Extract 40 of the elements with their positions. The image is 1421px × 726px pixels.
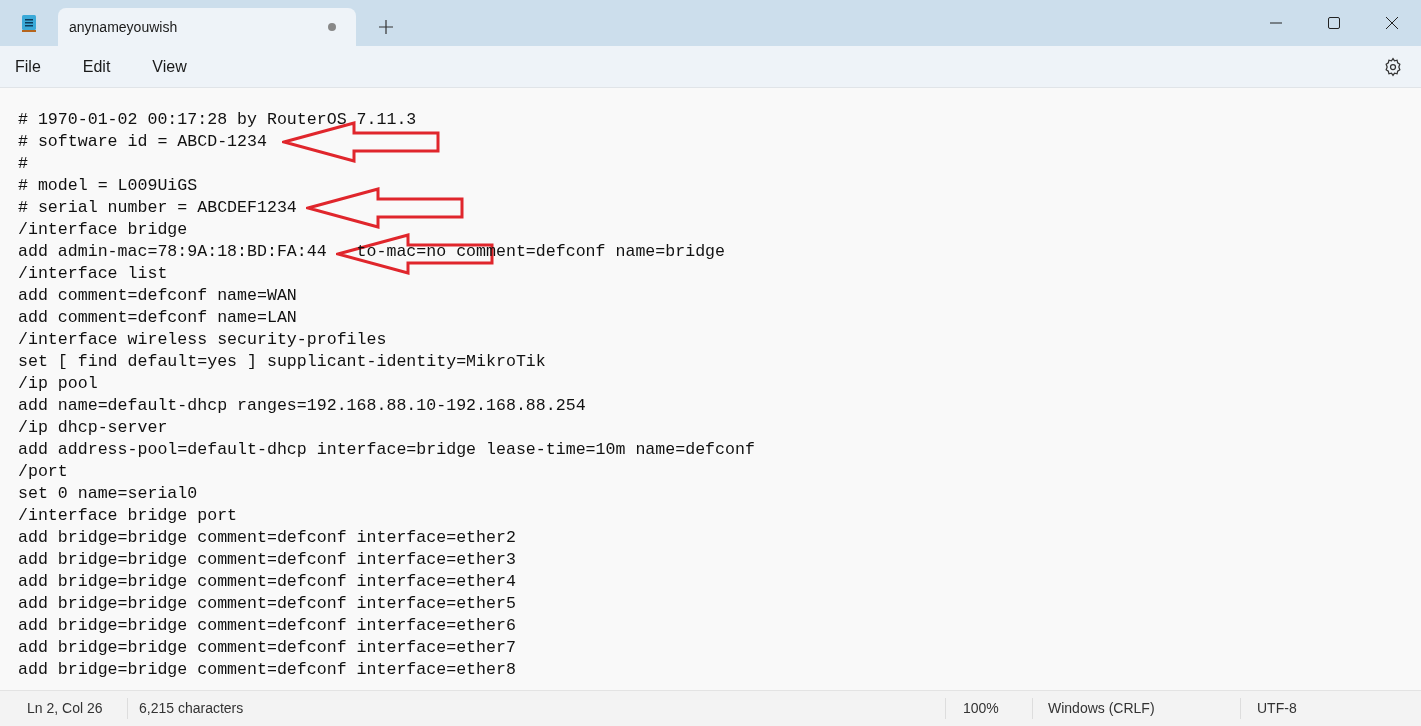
code-line: add bridge=bridge comment=defconf interface=ether3 — [18, 549, 516, 571]
code-line: # model = L009UiGS — [18, 175, 198, 197]
notepad-icon — [21, 13, 37, 33]
code-line: # 1970-01-02 00:17:28 by RouterOS 7.11.3 — [18, 109, 417, 131]
code-line: add bridge=bridge comment=defconf interface=ether6 — [18, 615, 516, 637]
code-line: /ip pool — [18, 373, 98, 395]
code-line: # serial number = ABCDEF1234 — [18, 197, 297, 219]
code-line: /interface wireless security-profiles — [18, 329, 387, 351]
character-count: 6,215 characters — [139, 700, 244, 716]
code-line: /interface list — [18, 263, 168, 285]
menu-item[interactable]: Edit — [71, 54, 122, 79]
maximize-icon[interactable] — [1328, 17, 1340, 29]
zoom-level[interactable]: 100% — [963, 700, 999, 716]
code-line: add bridge=bridge comment=defconf interface=ether2 — [18, 527, 516, 549]
code-line: /ip dhcp-server — [18, 417, 168, 439]
code-line: # — [18, 153, 28, 175]
code-line: set 0 name=serial0 — [18, 483, 198, 505]
document-tab[interactable]: anynameyouwish — [58, 8, 356, 46]
menu-item[interactable]: File — [4, 54, 52, 79]
settings-icon[interactable] — [1383, 56, 1403, 77]
code-line: add bridge=bridge comment=defconf interface=ether5 — [18, 593, 516, 615]
code-line: add name=default-dhcp ranges=192.168.88.10-192.168.88.254 — [18, 395, 586, 417]
code-line: add bridge=bridge comment=defconf interface=ether8 — [18, 659, 516, 681]
menu-item[interactable]: View — [141, 54, 198, 79]
code-line: add bridge=bridge comment=defconf interface=ether7 — [18, 637, 516, 659]
add-tab-icon[interactable] — [379, 20, 393, 34]
code-line: add bridge=bridge comment=defconf interface=ether4 — [18, 571, 516, 593]
code-line: /port — [18, 461, 68, 483]
code-line: set [ find default=yes ] supplicant-identity=MikroTik — [18, 351, 546, 373]
close-icon[interactable] — [1386, 17, 1398, 29]
code-line: add comment=defconf name=WAN — [18, 285, 297, 307]
code-line: # software id = ABCD-1234 — [18, 131, 267, 153]
code-line: add address-pool=default-dhcp interface=bridge lease-time=10m name=defconf — [18, 439, 755, 461]
code-line: /interface bridge port — [18, 505, 238, 527]
code-text: add admin-mac=78:9A:18:BD:FA:44 — [18, 241, 327, 263]
line-ending[interactable]: Windows (CRLF) — [1048, 700, 1155, 716]
encoding[interactable]: UTF-8 — [1257, 700, 1297, 716]
cursor-position: Ln 2, Col 26 — [27, 700, 103, 716]
code-line: add comment=defconf name=LAN — [18, 307, 297, 329]
code-line: /interface bridge — [18, 219, 188, 241]
